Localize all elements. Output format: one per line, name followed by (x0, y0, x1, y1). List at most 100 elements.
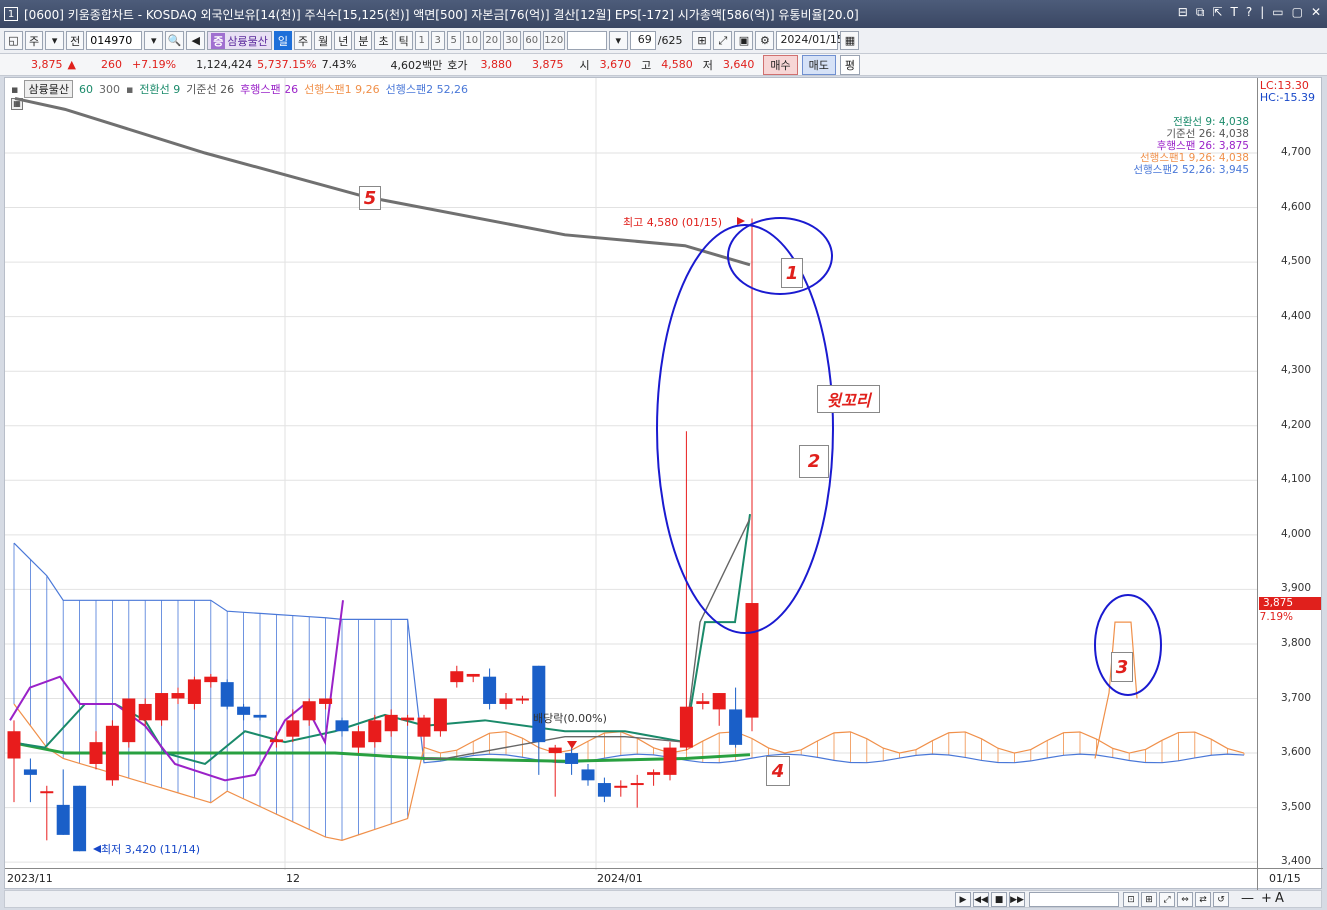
candle-body (532, 665, 546, 743)
turnover-rate: 7.43% (321, 58, 357, 71)
buy-button[interactable]: 매수 (763, 54, 798, 75)
interval-3[interactable]: 3 (430, 31, 445, 50)
y-tick-label: 3,400 (1280, 855, 1311, 868)
annotation-1[interactable]: 1 (781, 258, 803, 288)
low-price: 3,640 (722, 58, 755, 71)
annotation-upper-tail[interactable]: 윗꼬리 (817, 385, 880, 413)
open-label: 시 (579, 58, 590, 72)
layout-icon[interactable]: ⊟ (1178, 5, 1188, 20)
indicator-icon[interactable]: ⊞ (692, 31, 712, 50)
interval-10[interactable]: 10 (462, 31, 481, 50)
candle-body (253, 714, 267, 718)
custom-interval-input[interactable] (566, 31, 607, 50)
zoom-fit-icon[interactable]: ⊡ (1123, 892, 1139, 907)
annotation-3[interactable]: 3 (1111, 652, 1133, 682)
highlight-ellipse-top (727, 217, 833, 295)
market-select[interactable]: 주 (25, 31, 44, 50)
y-tick-label: 3,500 (1280, 800, 1311, 813)
scroll-fast-left-icon[interactable]: ◀◀ (973, 892, 989, 907)
annotation-5[interactable]: 5 (359, 186, 381, 210)
y-axis[interactable]: LC:13.30 HC:-15.39 4,700 4,600 4,500 4,400 4… (1257, 78, 1321, 890)
display-count-input[interactable]: 69 (629, 31, 656, 50)
fit-icon[interactable]: ⇔ (1177, 892, 1193, 907)
save-icon[interactable]: ▣ (734, 31, 754, 50)
interval-120[interactable]: 120 (542, 31, 565, 50)
zoom-in-icon[interactable]: + (1261, 891, 1272, 906)
pin-icon[interactable]: ⇱ (1212, 5, 1222, 20)
chart-scrollbar[interactable]: ▶ ◀◀ ■ ▶▶ ⊡ ⊞ ⤢ ⇔ ⇄ ↺ — + A (4, 890, 1322, 908)
chart-type-icon[interactable]: ◱ (4, 31, 23, 50)
calendar-icon[interactable]: ▦ (840, 31, 860, 50)
candle-body (729, 709, 743, 745)
y-tick-label: 4,400 (1280, 309, 1311, 322)
gear-icon[interactable]: ⚙ (755, 31, 775, 50)
hc-value: HC:-15.39 (1259, 91, 1315, 104)
candle-body (138, 703, 152, 721)
high-price: 4,580 (661, 58, 693, 71)
annotation-4[interactable]: 4 (766, 756, 790, 786)
candle-body (630, 783, 644, 786)
stock-code-input[interactable] (86, 31, 143, 50)
dropdown-icon[interactable]: ▾ (45, 31, 65, 50)
candle-body (286, 720, 300, 737)
stop-icon[interactable]: ■ (991, 892, 1007, 907)
x-label-2024-01: 2024/01 (597, 872, 643, 885)
annotation-2[interactable]: 2 (799, 445, 829, 478)
candle-body (417, 717, 431, 737)
interval-dropdown-icon[interactable]: ▾ (608, 31, 628, 50)
candle-body (319, 698, 333, 704)
candle-body (679, 706, 693, 748)
candle-body (581, 769, 595, 781)
reset-icon[interactable]: ↺ (1213, 892, 1229, 907)
stock-name-badge[interactable]: 증 삼륭물산 (207, 31, 272, 50)
close-icon[interactable]: ✕ (1311, 5, 1321, 20)
volume: 1,124,424 (196, 58, 253, 71)
candle-body (712, 693, 726, 710)
zoom-area-icon[interactable]: ⊞ (1141, 892, 1157, 907)
interval-60[interactable]: 60 (522, 31, 541, 50)
zoom-out-icon[interactable]: — (1241, 891, 1254, 906)
period-minute[interactable]: 분 (354, 31, 373, 50)
volume-percent: 5,737.15% (257, 58, 317, 71)
x-label-12: 12 (286, 872, 300, 885)
candle-body (73, 785, 87, 852)
window-controls: ⊟ ⧉ ⇱ T ? | ▭ ▢ ✕ (1178, 5, 1321, 20)
period-day[interactable]: 일 (273, 31, 292, 50)
candle-body (614, 785, 628, 788)
period-year[interactable]: 년 (334, 31, 353, 50)
zoom-slider[interactable] (1029, 892, 1119, 907)
scroll-fast-right-icon[interactable]: ▶▶ (1009, 892, 1025, 907)
y-tick-label: 4,500 (1280, 255, 1311, 268)
expand-icon[interactable]: ⤢ (1159, 892, 1175, 907)
interval-5[interactable]: 5 (446, 31, 461, 50)
candle-body (89, 742, 103, 764)
candle-body (450, 671, 464, 683)
all-button[interactable]: 전 (66, 31, 85, 50)
sell-button[interactable]: 매도 (801, 54, 836, 75)
evaluation-button[interactable]: 평 (839, 54, 860, 75)
maximize-icon[interactable]: ▢ (1292, 5, 1303, 20)
copy-icon[interactable]: ⧉ (1196, 5, 1205, 20)
scroll-right-icon[interactable]: ▶ (955, 892, 971, 907)
code-dropdown-icon[interactable]: ▾ (144, 31, 164, 50)
period-tick[interactable]: 틱 (394, 31, 413, 50)
font-size-icon[interactable]: A (1275, 891, 1284, 906)
search-icon[interactable]: 🔍 (165, 31, 185, 50)
minimize-icon[interactable]: ▭ (1272, 5, 1283, 20)
text-icon[interactable]: T (1230, 5, 1237, 20)
interval-30[interactable]: 30 (502, 31, 521, 50)
window-title: [0600] 키움종합차트 - KOSDAQ 외국인보유[14(천)] 주식수[… (24, 7, 859, 22)
help-icon[interactable]: ? (1246, 5, 1252, 20)
period-second[interactable]: 초 (374, 31, 393, 50)
interval-20[interactable]: 20 (482, 31, 501, 50)
stock-name: 삼륭물산 (227, 34, 268, 48)
period-month[interactable]: 월 (314, 31, 333, 50)
y-tick-label: 3,800 (1280, 636, 1311, 649)
period-week[interactable]: 주 (293, 31, 313, 50)
speaker-icon[interactable]: ◀ (186, 31, 206, 50)
interval-1[interactable]: 1 (414, 31, 429, 50)
date-input[interactable]: 2024/01/15 (776, 31, 844, 50)
chart-area[interactable]: ▪ 삼륭물산 60 300 ▪ 전환선 9 기준선 26 후행스팬 26 선행스… (4, 77, 1323, 890)
draw-icon[interactable]: ⤢ (713, 31, 733, 50)
shrink-icon[interactable]: ⇄ (1195, 892, 1211, 907)
